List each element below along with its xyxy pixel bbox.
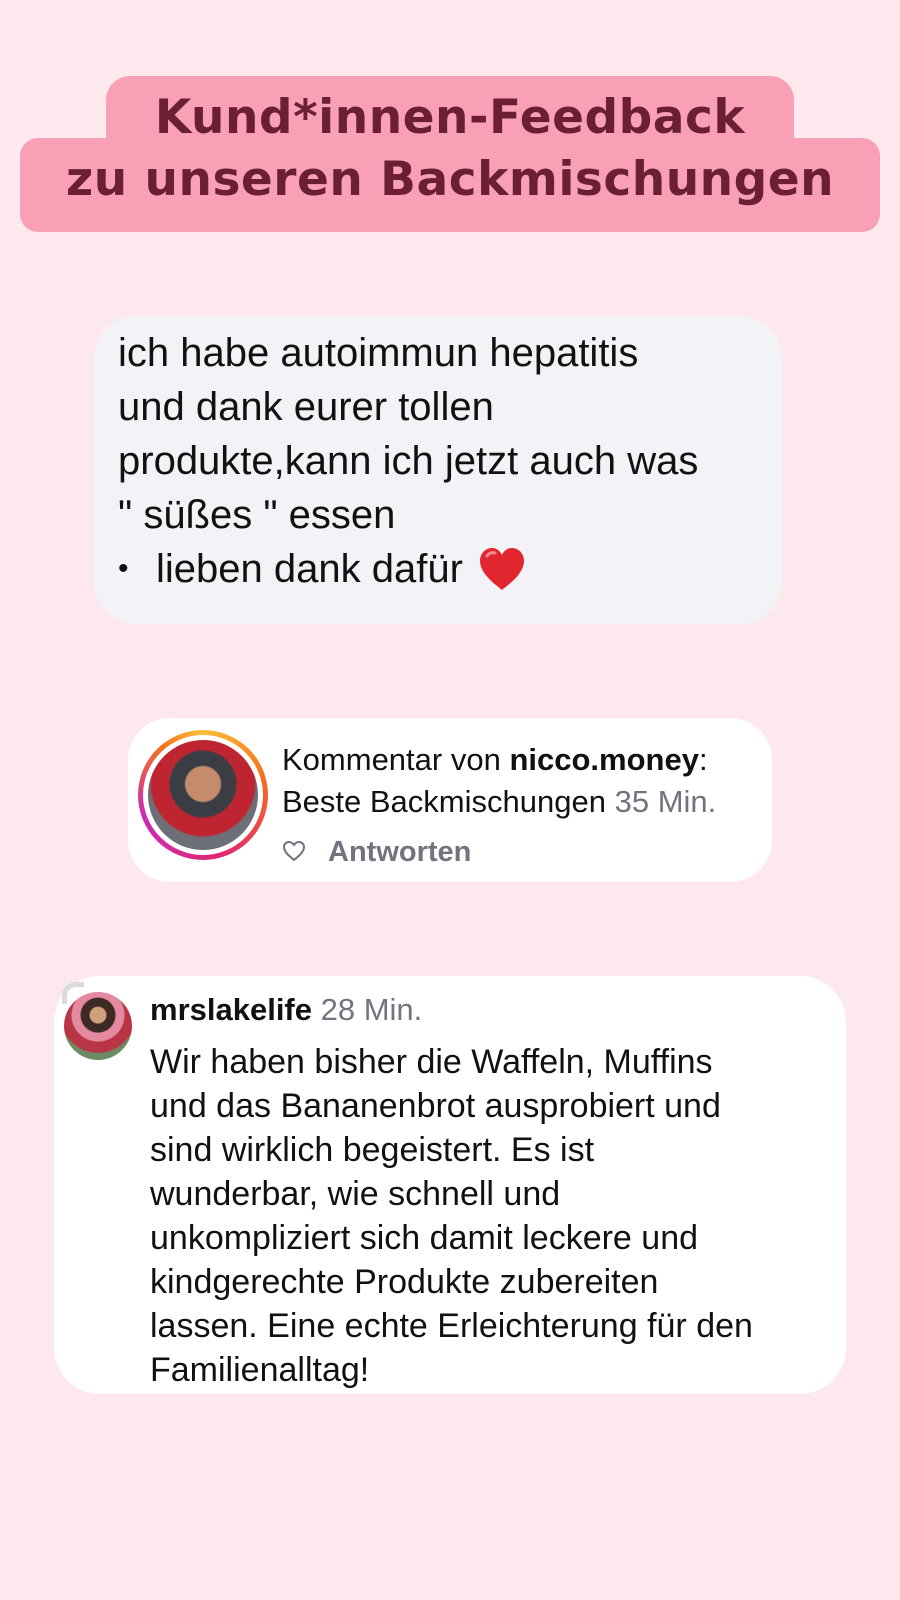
comment-text: Beste Backmischungen	[282, 784, 606, 819]
message-line: ich habe autoimmun hepatitis	[118, 331, 639, 375]
review-line: unkompliziert sich damit leckere und	[150, 1219, 699, 1257]
review-line: sind wirklich begeistert. Es ist	[150, 1131, 595, 1169]
review-line: Wir haben bisher die Waffeln, Muffins	[150, 1043, 713, 1081]
bullet-text: lieben dank dafür	[156, 547, 463, 591]
story-page: Kund*innen-Feedback zu unseren Backmisch…	[0, 0, 900, 1600]
avatar[interactable]	[64, 992, 132, 1060]
review-line: Familienalltag!	[150, 1351, 370, 1389]
message-bubble: ich habe autoimmun hepatitis und dank eu…	[94, 316, 782, 624]
message-line: und dank eurer tollen	[118, 385, 494, 429]
message-line: " süßes " essen	[118, 493, 396, 537]
heart-outline-icon[interactable]	[282, 840, 306, 862]
avatar	[148, 740, 258, 850]
comment-username[interactable]: nicco.money	[509, 742, 699, 777]
message-bullet-line: • lieben dank dafür	[118, 542, 768, 596]
title-line-2: zu unseren Backmischungen	[65, 152, 835, 207]
page-title: Kund*innen-Feedback zu unseren Backmisch…	[20, 76, 880, 232]
review-line: wunderbar, wie schnell und	[150, 1175, 561, 1213]
message-text: ich habe autoimmun hepatitis und dank eu…	[118, 326, 768, 596]
title-line-1: Kund*innen-Feedback	[154, 90, 746, 145]
comment-author-line: Kommentar von nicco.money:	[282, 742, 708, 778]
story-ring[interactable]	[138, 730, 268, 860]
reply-button[interactable]: Antworten	[328, 836, 471, 869]
review-card: mrslakelife 28 Min. Wir haben bisher die…	[54, 976, 846, 1394]
story-ring-inner	[143, 735, 263, 855]
red-heart-icon	[477, 546, 527, 592]
comment-text-line: Beste Backmischungen 35 Min.	[282, 784, 716, 820]
bullet-dot: •	[118, 552, 129, 585]
comment-card: Kommentar von nicco.money: Beste Backmis…	[128, 718, 772, 882]
comment-prefix: Kommentar von	[282, 742, 510, 777]
comment-time: 35 Min.	[614, 784, 717, 819]
review-line: kindgerechte Produkte zubereiten	[150, 1263, 659, 1301]
message-line: produkte,kann ich jetzt auch was	[118, 439, 699, 483]
review-line: und das Bananenbrot ausprobiert und	[150, 1087, 721, 1125]
review-text: Wir haben bisher die Waffeln, Muffins un…	[150, 1040, 830, 1392]
comment-colon: :	[698, 742, 708, 777]
review-username[interactable]: mrslakelife	[150, 992, 312, 1027]
review-line: lassen. Eine echte Erleichterung für den	[150, 1307, 753, 1345]
review-header: mrslakelife 28 Min.	[150, 992, 422, 1028]
review-time: 28 Min.	[320, 992, 423, 1027]
